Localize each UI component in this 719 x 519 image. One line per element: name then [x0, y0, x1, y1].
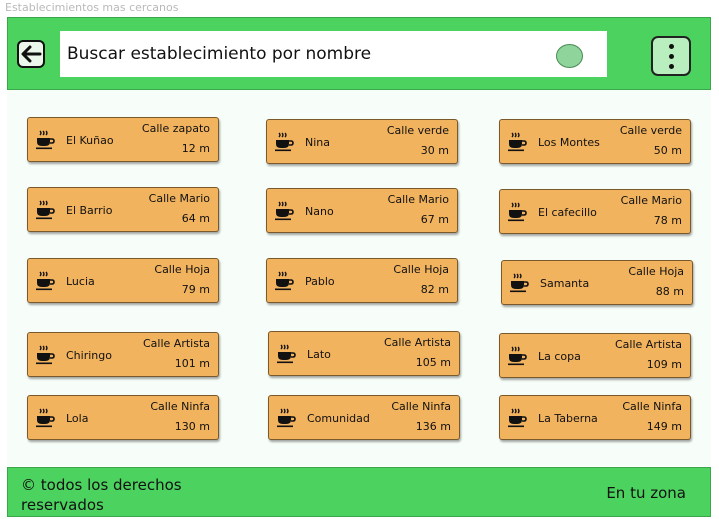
- establishment-distance: 82 m: [420, 283, 449, 296]
- establishment-distance: 101 m: [174, 357, 210, 370]
- coffee-cup-icon: [508, 202, 527, 222]
- establishment-street: Calle Hoja: [393, 263, 449, 276]
- establishment-street: Calle Mario: [620, 194, 682, 207]
- establishment-distance: 50 m: [653, 144, 682, 157]
- establishment-street: Calle verde: [619, 124, 682, 137]
- establishment-street: Calle Ninfa: [391, 400, 451, 413]
- establishment-card[interactable]: Chiringo Calle Artista 101 m: [27, 332, 219, 377]
- establishment-card[interactable]: El cafecillo Calle Mario 78 m: [499, 189, 691, 234]
- coffee-cup-icon: [275, 271, 294, 291]
- establishment-name: El Barrio: [66, 204, 113, 217]
- establishment-card[interactable]: Los Montes Calle verde 50 m: [499, 119, 691, 164]
- establishment-name: El cafecillo: [538, 206, 597, 219]
- establishment-name: Pablo: [305, 275, 335, 288]
- establishment-street: Calle Ninfa: [150, 400, 210, 413]
- back-button[interactable]: [17, 40, 45, 68]
- establishment-card[interactable]: Nano Calle Mario 67 m: [266, 188, 458, 233]
- search-input[interactable]: Buscar establecimiento por nombre: [60, 31, 607, 77]
- header-bar: Buscar establecimiento por nombre: [7, 17, 711, 90]
- establishment-street: Calle verde: [386, 124, 449, 137]
- establishment-street: Calle Hoja: [154, 263, 210, 276]
- coffee-cup-icon: [510, 273, 529, 293]
- coffee-cup-icon: [277, 408, 296, 428]
- coffee-cup-icon: [508, 346, 527, 366]
- establishment-distance: 64 m: [181, 212, 210, 225]
- establishment-card[interactable]: Pablo Calle Hoja 82 m: [266, 258, 458, 303]
- coffee-cup-icon: [36, 200, 55, 220]
- arrow-left-icon: [21, 45, 42, 63]
- establishment-name: La copa: [538, 350, 581, 363]
- establishment-distance: 109 m: [646, 358, 682, 371]
- establishment-street: Calle Hoja: [628, 265, 684, 278]
- establishment-distance: 105 m: [415, 356, 451, 369]
- establishment-street: Calle Artista: [143, 337, 210, 350]
- establishment-street: Calle zapato: [141, 122, 210, 135]
- establishment-distance: 149 m: [646, 420, 682, 433]
- coffee-cup-icon: [275, 132, 294, 152]
- coffee-cup-icon: [508, 408, 527, 428]
- establishment-card[interactable]: La copa Calle Artista 109 m: [499, 333, 691, 378]
- establishment-card[interactable]: La Taberna Calle Ninfa 149 m: [499, 395, 691, 440]
- search-toggle[interactable]: [556, 44, 583, 68]
- establishment-card[interactable]: Lola Calle Ninfa 130 m: [27, 395, 219, 440]
- establishment-name: El Kuñao: [66, 134, 114, 147]
- establishment-street: Calle Mario: [148, 192, 210, 205]
- copyright-text: © todos los derechos reservados: [21, 476, 182, 514]
- establishment-name: Lola: [66, 412, 89, 425]
- establishment-card[interactable]: El Barrio Calle Mario 64 m: [27, 187, 219, 232]
- establishment-card[interactable]: El Kuñao Calle zapato 12 m: [27, 117, 219, 162]
- establishment-street: Calle Mario: [387, 193, 449, 206]
- establishment-name: Samanta: [540, 277, 590, 290]
- establishment-name: Nano: [305, 205, 334, 218]
- coffee-cup-icon: [36, 130, 55, 150]
- establishment-distance: 136 m: [415, 420, 451, 433]
- establishment-card[interactable]: Nina Calle verde 30 m: [266, 119, 458, 164]
- zone-link[interactable]: En tu zona: [606, 484, 686, 502]
- menu-button[interactable]: [651, 36, 691, 76]
- establishment-name: Chiringo: [66, 349, 112, 362]
- establishment-distance: 67 m: [420, 213, 449, 226]
- establishment-distance: 30 m: [420, 144, 449, 157]
- establishment-street: Calle Artista: [615, 338, 682, 351]
- coffee-cup-icon: [508, 132, 527, 152]
- establishment-distance: 78 m: [653, 214, 682, 227]
- establishment-name: Lato: [307, 348, 331, 361]
- establishment-card[interactable]: Lucia Calle Hoja 79 m: [27, 258, 219, 303]
- footer-bar: © todos los derechos reservados En tu zo…: [7, 467, 711, 517]
- establishment-name: Comunidad: [307, 412, 370, 425]
- window-title: Establecimientos mas cercanos: [5, 1, 179, 14]
- establishment-card[interactable]: Lato Calle Artista 105 m: [268, 331, 460, 376]
- coffee-cup-icon: [275, 201, 294, 221]
- coffee-cup-icon: [36, 271, 55, 291]
- vertical-dots-icon: [668, 43, 674, 49]
- coffee-cup-icon: [36, 345, 55, 365]
- establishment-distance: 12 m: [181, 142, 210, 155]
- establishment-name: Lucia: [66, 275, 95, 288]
- establishment-name: Los Montes: [538, 136, 600, 149]
- establishment-distance: 88 m: [655, 285, 684, 298]
- establishment-card[interactable]: Samanta Calle Hoja 88 m: [501, 260, 693, 305]
- establishment-name: Nina: [305, 136, 330, 149]
- establishment-name: La Taberna: [538, 412, 598, 425]
- coffee-cup-icon: [277, 344, 296, 364]
- establishments-grid: El Kuñao Calle zapato 12 m Nina Calle verde 3…: [7, 90, 711, 466]
- establishment-street: Calle Artista: [384, 336, 451, 349]
- establishment-distance: 130 m: [174, 420, 210, 433]
- establishment-card[interactable]: Comunidad Calle Ninfa 136 m: [268, 395, 460, 440]
- search-placeholder: Buscar establecimiento por nombre: [67, 44, 372, 64]
- establishment-street: Calle Ninfa: [622, 400, 682, 413]
- coffee-cup-icon: [36, 408, 55, 428]
- establishment-distance: 79 m: [181, 283, 210, 296]
